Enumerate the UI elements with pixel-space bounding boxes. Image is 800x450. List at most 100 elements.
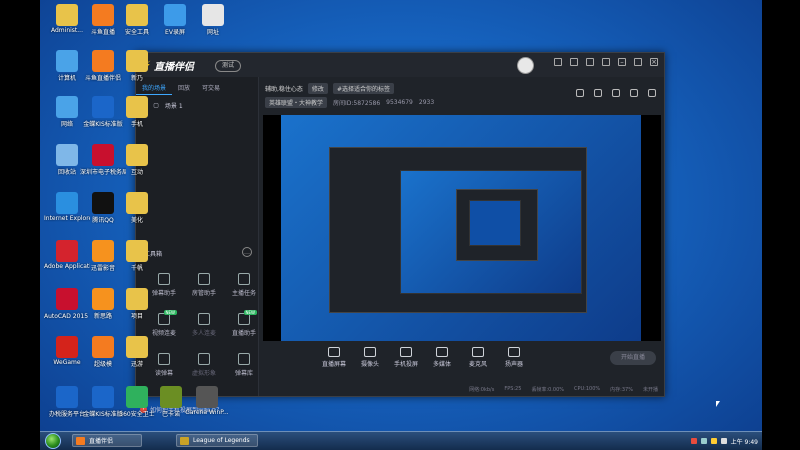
control-label: 摄像头 [360,361,379,368]
app-icon [92,144,114,166]
tool-icon [198,313,210,325]
clock[interactable]: 上午 9:49 [731,437,758,446]
close-icon[interactable]: × [650,58,658,66]
notification-icon[interactable] [554,58,562,66]
lock-icon[interactable] [612,89,620,97]
tool-3[interactable]: 主播任务 [224,273,264,297]
desktop-icon-label: 新乃 [130,75,143,82]
desktop-icon[interactable]: 互动 [114,144,160,176]
room-title: 辅助,稳住心态 [265,86,303,93]
screen-capture-button[interactable]: 直播屏幕 [319,347,349,377]
taskbar-item-livestream[interactable]: 直播伴侣 [72,434,142,447]
tray-icon[interactable] [690,438,697,444]
app-icon [92,288,114,310]
control-label: 扬声器 [504,361,523,368]
app-icon [126,240,148,262]
room-id: 房间ID:5872586 [333,100,381,107]
message-icon[interactable] [586,58,594,66]
tool-2[interactable]: 房管助手 [184,273,224,297]
edit-title-button[interactable]: 修改 [307,83,328,94]
title-bar[interactable]: ⚡直播伴侣 测试 – × [136,53,664,77]
app-icon [56,4,78,26]
taskbar-item-league[interactable]: League of Legends [176,434,258,447]
trash-icon[interactable] [576,89,584,97]
desktop-icon-label: 美化 [130,217,143,224]
share-icon[interactable] [648,89,656,97]
taskbar-item-label: 直播伴侣 [89,438,114,445]
preview-nested-desktop-2 [469,200,521,246]
multimedia-button[interactable]: 多媒体 [427,347,457,377]
skin-icon[interactable] [570,58,578,66]
room-actions [576,89,656,97]
taskbar: 直播伴侣 League of Legends 上午 9:49 [40,431,762,450]
desktop-icon[interactable]: 迅游 [114,336,160,368]
app-icon [126,144,148,166]
bell-icon[interactable] [630,89,638,97]
room-title-row: 辅助,稳住心态 修改 #选择适合你的标签 [265,83,394,94]
more-icon[interactable]: … [242,247,252,257]
camera-button[interactable]: 摄像头 [355,347,385,377]
start-button[interactable] [40,432,66,450]
app-icon [160,386,182,408]
version-pill[interactable]: 测试 [215,60,241,72]
control-label: 直播屏幕 [321,361,346,368]
tool-5[interactable]: 多人连麦 [184,313,224,337]
desktop-icon-label: 千帆 [130,265,143,272]
app-icon [92,96,114,118]
app-icon [92,386,114,408]
unlock-icon[interactable] [594,89,602,97]
stream-preview[interactable] [263,115,661,341]
app-icon [196,386,218,408]
app-icon [56,50,78,72]
desktop-icon[interactable]: 千帆 [114,240,160,272]
speaker-button[interactable]: 扬声器 [499,347,529,377]
minimize-icon[interactable]: – [618,58,626,66]
tray-icon[interactable] [700,438,707,444]
tray-icon[interactable] [710,438,717,444]
desktop-icon[interactable]: 新乃 [114,50,160,82]
tool-9[interactable]: 弹幕库 [224,353,264,377]
control-label: 多媒体 [432,361,451,368]
go-live-button[interactable]: 开始直播 [610,351,656,365]
tool-label: 读弹幕 [154,370,173,377]
tool-label: 房管助手 [191,290,216,297]
tool-label: 主播任务 [231,290,256,297]
camera-icon [364,347,376,357]
app-icon [126,50,148,72]
desktop-icon[interactable]: Garena WinP... [184,386,230,416]
tag-selector[interactable]: #选择适合你的标签 [332,83,394,94]
desktop-icon[interactable]: 网址 [190,4,236,36]
tool-label: 直播助手 [231,330,256,337]
popularity-count: 2933 [418,99,435,106]
room-meta-row: 英雄联盟・大神教学 房间ID:5872586 9534679 2933 [265,97,434,108]
tool-8[interactable]: 虚拟形象 [184,353,224,377]
preview-nested-desktop [400,170,582,294]
new-badge: NEW [163,310,177,315]
tool-6[interactable]: NEW 直播助手 [224,310,264,337]
desktop-icon-label: 互动 [130,169,143,176]
left-pillarbox [0,0,40,450]
tab-replay[interactable]: 回放 [172,81,196,95]
app-icon [92,50,114,72]
tool-icon [238,353,250,365]
desktop-icon[interactable]: 美化 [114,192,160,224]
desktop-icon[interactable]: 项目 [114,288,160,320]
settings-icon[interactable] [602,58,610,66]
tool-icon: NEW [238,310,257,325]
category-chip[interactable]: 英雄联盟・大神教学 [265,97,328,108]
status-item: 未开播 [642,386,658,393]
app-icon [92,4,114,26]
user-avatar[interactable] [517,57,534,74]
maximize-icon[interactable] [634,58,642,66]
desktop-icon[interactable]: 手机 [114,96,160,128]
microphone-button[interactable]: 麦克风 [463,347,493,377]
phone-cast-button[interactable]: 手机投屏 [391,347,421,377]
tab-tradable[interactable]: 可交易 [196,81,226,95]
tool-label: 弹幕库 [234,370,253,377]
volume-icon[interactable] [720,438,727,444]
status-item: CPU:100% [574,386,601,392]
right-pillarbox [762,0,800,450]
app-icon [56,386,78,408]
tab-scenes[interactable]: 我的场景 [136,81,173,95]
tool-icon [238,273,250,285]
